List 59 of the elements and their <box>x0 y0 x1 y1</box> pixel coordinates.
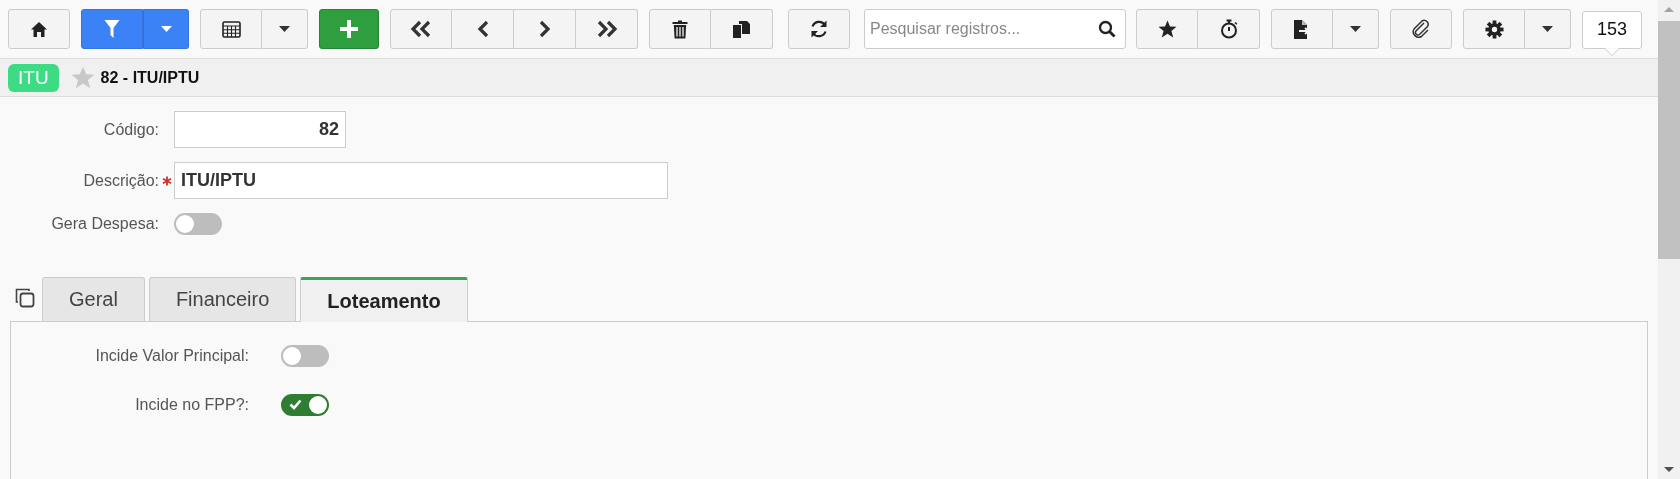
timer-button[interactable] <box>1198 9 1260 49</box>
home-button[interactable] <box>8 9 70 49</box>
field-label: Descrição: <box>82 171 159 190</box>
filter-icon <box>104 19 120 39</box>
stopwatch-icon <box>1219 19 1238 39</box>
tab[interactable]: Loteamento <box>300 277 468 322</box>
refresh-icon <box>809 19 829 39</box>
filter-button[interactable] <box>81 9 143 49</box>
toggle-switch[interactable] <box>281 394 329 416</box>
delete-button[interactable] <box>649 9 711 49</box>
caret-icon <box>1350 26 1361 32</box>
field-label: Incide Valor Principal: <box>94 347 250 365</box>
table-icon <box>221 20 241 38</box>
toggle-switch[interactable] <box>174 213 222 235</box>
toggle-switch[interactable] <box>281 345 329 367</box>
asterisk-icon <box>161 175 172 186</box>
refresh-button[interactable] <box>788 9 850 49</box>
home-icon <box>30 20 48 38</box>
tab[interactable]: Geral <box>42 277 145 321</box>
trash-icon <box>672 19 688 39</box>
copy-button[interactable] <box>711 9 773 49</box>
favorite-button[interactable] <box>1136 9 1198 49</box>
caret-icon <box>160 26 172 32</box>
copy-icon <box>732 19 751 39</box>
export-button[interactable] <box>1271 9 1333 49</box>
attach-button[interactable] <box>1390 9 1452 49</box>
last-button[interactable] <box>576 9 638 49</box>
previous-button[interactable] <box>452 9 514 49</box>
gear-icon <box>1484 19 1504 39</box>
caret-icon <box>1542 26 1553 32</box>
plus-icon <box>339 19 359 39</box>
input-field[interactable]: 82 <box>174 111 346 148</box>
next-button[interactable] <box>514 9 576 49</box>
star-icon[interactable] <box>70 66 95 89</box>
settings-button[interactable] <box>1463 9 1525 49</box>
paperclip-icon <box>1411 19 1431 39</box>
search-icon <box>1098 20 1116 38</box>
record-title: 82 - ITU/IPTU <box>100 68 200 87</box>
field-label: Código: <box>102 120 159 139</box>
search-field[interactable]: Pesquisar registros... <box>864 9 1126 49</box>
caret-icon <box>279 26 290 32</box>
module-badge: ITU <box>8 63 59 92</box>
tab[interactable]: Financeiro <box>148 277 297 321</box>
double-chevron-left-icon <box>410 20 432 38</box>
star-icon <box>1157 20 1177 38</box>
table-button[interactable] <box>200 9 262 49</box>
field-label: Incide no FPP?: <box>134 396 250 414</box>
field-label: Gera Despesa: <box>50 215 159 233</box>
tooltip-pointer-icon <box>1605 47 1619 56</box>
record-count-tooltip: 153 <box>1582 10 1643 49</box>
check-icon <box>289 399 302 410</box>
add-button[interactable] <box>319 9 379 49</box>
chevron-right-icon <box>538 20 551 38</box>
chevron-left-icon <box>476 20 489 38</box>
double-chevron-right-icon <box>595 20 618 38</box>
input-field[interactable]: ITU/IPTU <box>174 162 668 199</box>
copy-icon[interactable] <box>14 287 36 309</box>
first-button[interactable] <box>390 9 452 49</box>
dropdown-button[interactable] <box>143 9 189 49</box>
